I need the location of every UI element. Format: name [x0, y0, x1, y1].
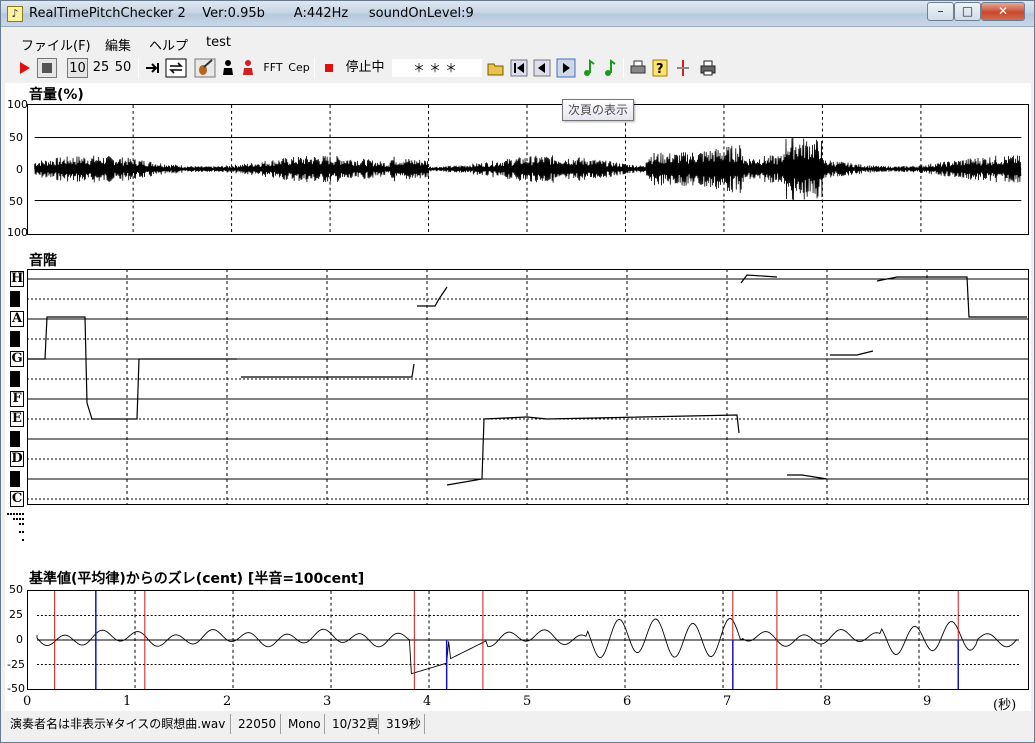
black-key — [10, 331, 20, 347]
minimize-button[interactable]: – — [927, 2, 954, 21]
volume-panel-title: 音量(%) — [29, 87, 84, 103]
deviation-y-label: -50 — [7, 682, 25, 695]
deviation-y-label: 0 — [16, 633, 23, 646]
time-tick-label: 9 — [923, 694, 932, 709]
volume-waveform-panel[interactable] — [27, 104, 1029, 235]
maximize-button[interactable]: □ — [954, 2, 981, 21]
status-channels: Mono — [283, 714, 325, 734]
deviation-y-label: 50 — [9, 583, 23, 596]
pitch-trace — [787, 474, 828, 480]
speed-25-button[interactable]: 25 — [91, 58, 111, 78]
time-tick-label: 8 — [823, 694, 832, 709]
note-label-d: D — [10, 451, 24, 467]
note-green2-icon[interactable] — [602, 58, 618, 78]
cent-deviation-panel[interactable] — [27, 590, 1029, 690]
stop-icon — [42, 63, 52, 73]
deviation-y-label: 25 — [9, 608, 23, 621]
close-button[interactable]: ✕ — [981, 2, 1025, 21]
title-bar[interactable]: ♪ RealTimePitchChecker 2 Ver:0.95b A:442… — [1, 1, 1034, 27]
svg-text:?: ? — [656, 62, 664, 77]
deviation-y-label: -25 — [7, 658, 25, 671]
prev-page-icon[interactable] — [533, 58, 551, 78]
menu-bar: ファイル(F) 編集 ヘルプ test — [1, 33, 1034, 54]
help-icon[interactable]: ? — [652, 58, 668, 78]
menu-file[interactable]: ファイル(F) — [21, 35, 91, 54]
volume-waveform — [34, 137, 1022, 201]
printer-icon[interactable] — [699, 58, 717, 78]
status-field: ＊＊＊ — [392, 59, 482, 77]
toolbar-separator — [314, 58, 315, 78]
toolbar: 10 25 50 FFT Cep 停止中 ＊＊＊ ? — [7, 55, 1027, 81]
time-tick-label: 3 — [323, 694, 332, 709]
black-key — [10, 431, 20, 447]
marker-icon[interactable] — [675, 58, 691, 78]
speed-10-button[interactable]: 10 — [67, 58, 88, 78]
play-icon[interactable] — [15, 58, 33, 78]
fft-button[interactable]: FFT — [262, 58, 284, 78]
record-icon[interactable] — [321, 58, 337, 78]
first-page-icon[interactable] — [510, 58, 528, 78]
note-label-g: G — [10, 351, 24, 367]
speed-50-button[interactable]: 50 — [113, 58, 133, 78]
person-red-icon[interactable] — [240, 58, 256, 78]
cep-button[interactable]: Cep — [288, 58, 310, 78]
person-icon[interactable] — [220, 58, 236, 78]
next-page-tooltip: 次頁の表示 — [562, 99, 634, 121]
note-label-h: H — [10, 271, 24, 287]
jump-end-icon[interactable] — [144, 58, 162, 78]
time-tick-label: 0 — [23, 694, 32, 709]
volume-y-label: 50 — [9, 195, 23, 208]
black-key — [10, 471, 20, 487]
lane-markers-icon — [7, 513, 24, 541]
folder-open-icon[interactable] — [487, 58, 505, 78]
loop-icon[interactable] — [165, 58, 187, 78]
status-file: 演奏者名は非表示¥タイスの瞑想曲.wav — [5, 714, 231, 734]
graph-area: 音量(%) 100 50 0 50 100 音階 H A G F E D C 基… — [5, 83, 1031, 711]
note-label-c: C — [10, 491, 24, 507]
volume-y-label: 100 — [7, 226, 28, 239]
note-green-icon[interactable] — [581, 58, 597, 78]
menu-help[interactable]: ヘルプ — [149, 35, 188, 54]
time-tick-label: 7 — [723, 694, 732, 709]
time-tick-label: 2 — [223, 694, 232, 709]
window-title: RealTimePitchChecker 2 Ver:0.95b A:442Hz… — [29, 6, 474, 21]
deviation-panel-title: 基準値(平均律)からのズレ(cent) [半音=100cent] — [29, 571, 365, 587]
stop-button[interactable] — [37, 58, 57, 78]
toolbar-separator — [623, 58, 624, 78]
time-tick-label: 1 — [123, 694, 132, 709]
black-key — [10, 291, 20, 307]
scale-panel-title: 音階 — [29, 253, 57, 269]
toolbar-separator — [138, 58, 139, 78]
volume-y-label: 50 — [9, 131, 23, 144]
menu-edit[interactable]: 編集 — [105, 35, 131, 54]
pitch-trace — [830, 350, 874, 356]
status-rate: 22050 — [233, 714, 281, 734]
status-bar: 演奏者名は非表示¥タイスの瞑想曲.wav 22050 Mono 10/32頁 3… — [1, 713, 1034, 742]
status-duration: 319秒 — [381, 714, 425, 734]
note-label-a: A — [10, 311, 24, 327]
menu-test[interactable]: test — [206, 35, 231, 50]
app-window: ♪ RealTimePitchChecker 2 Ver:0.95b A:442… — [0, 0, 1035, 743]
pitch-trace — [446, 414, 740, 486]
time-tick-label: 6 — [623, 694, 632, 709]
time-unit-label: (秒) — [993, 698, 1017, 713]
volume-y-label: 0 — [16, 163, 23, 176]
next-page-icon[interactable] — [556, 58, 576, 78]
scale-frame — [27, 269, 1029, 505]
status-label: 停止中 — [345, 60, 385, 75]
app-icon: ♪ — [7, 6, 23, 22]
violin-icon[interactable] — [194, 58, 216, 78]
black-key — [10, 371, 20, 387]
time-tick-label: 4 — [423, 694, 432, 709]
pitch-trace — [27, 316, 237, 420]
note-label-e: E — [10, 411, 24, 427]
note-label-f: F — [10, 391, 24, 407]
pitch-trace — [417, 286, 448, 307]
volume-y-label: 100 — [7, 98, 28, 111]
pitch-scale-panel[interactable] — [27, 269, 1029, 509]
pitch-trace — [876, 276, 1027, 318]
print-icon[interactable] — [629, 58, 647, 78]
time-tick-label: 5 — [523, 694, 532, 709]
status-page: 10/32頁 — [327, 714, 379, 734]
